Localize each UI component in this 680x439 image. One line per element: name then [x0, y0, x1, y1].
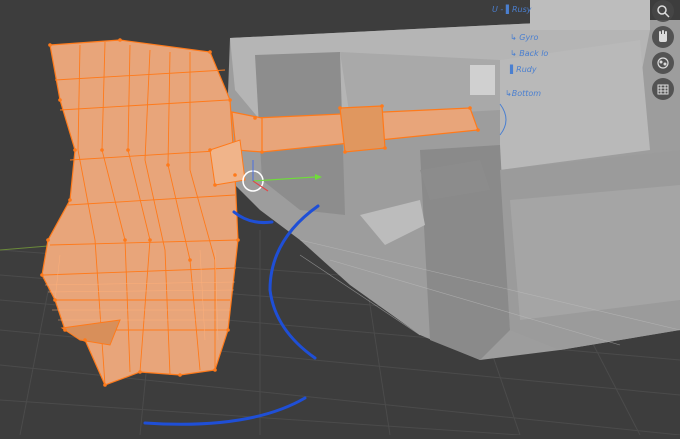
- 3d-viewport[interactable]: U - ▌Rusy ↳ Gyro ↳ Back lo ▌Rudy ↳Bottom: [0, 0, 680, 436]
- navigation-gizmo: [652, 0, 676, 100]
- zoom-button[interactable]: [652, 0, 674, 22]
- annotation-line-1: U - ▌Rusy: [492, 4, 532, 14]
- annotation-line-4: ▌Rudy: [509, 64, 537, 74]
- annotation-line-3: ↳ Back lo: [510, 49, 548, 58]
- pan-button[interactable]: [652, 26, 674, 48]
- annotation-line-5: ↳Bottom: [505, 89, 541, 98]
- mantlet-mesh[interactable]: [40, 38, 246, 387]
- camera-icon: [657, 57, 669, 69]
- grid-icon: [657, 84, 669, 95]
- zoom-icon: [657, 5, 670, 18]
- toggle-projection-button[interactable]: [652, 78, 674, 100]
- hand-icon: [659, 30, 667, 42]
- camera-view-button[interactable]: [652, 52, 674, 74]
- tank-hull: [225, 0, 680, 360]
- annotation-line-2: ↳ Gyro: [510, 33, 538, 42]
